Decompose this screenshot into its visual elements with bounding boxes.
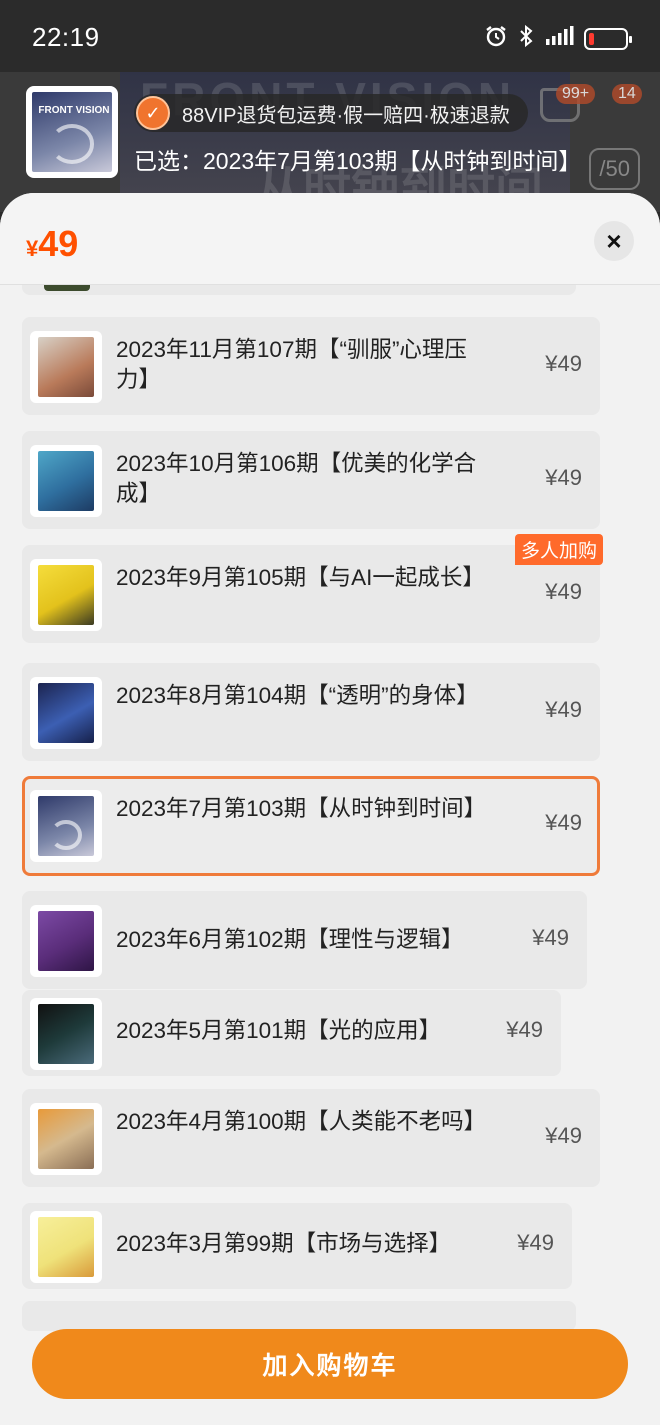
magazine-cover <box>38 1109 94 1169</box>
variant-price: ¥49 <box>545 697 582 722</box>
variant-name: 2023年7月第103期【从时钟到时间】 <box>116 796 487 821</box>
variant-thumbnail <box>30 445 102 517</box>
variant-price: ¥49 <box>506 1017 543 1042</box>
vip-service-text: 88VIP退货包运费·假一赔四·极速退款 <box>182 104 510 127</box>
variant-item[interactable]: 2023年8月第104期【“透明”的身体】 ¥49 <box>22 663 600 761</box>
magazine-cover: FRONT VISION <box>32 92 112 172</box>
magazine-cover <box>38 683 94 743</box>
cover-swirl <box>50 820 82 850</box>
variant-name: 2023年6月第102期【理性与逻辑】 <box>116 927 464 952</box>
magazine-cover <box>38 1004 94 1064</box>
list-item-partial[interactable] <box>22 1301 576 1331</box>
cover-logo: FRONT VISION <box>38 104 110 116</box>
battery-icon <box>584 27 632 50</box>
list-item-partial[interactable] <box>22 285 576 295</box>
notification-badge: 14 <box>612 84 642 104</box>
variant-thumbnail <box>30 905 102 977</box>
popular-tag: 多人加购 <box>514 534 603 565</box>
variant-thumbnail <box>30 790 102 862</box>
price-value: 49 <box>38 223 79 264</box>
variant-name: 2023年4月第100期【人类能不老吗】 <box>116 1109 487 1134</box>
variant-price: ¥49 <box>545 351 582 376</box>
close-icon: × <box>606 225 622 256</box>
variant-list[interactable]: 2023年11月第107期【“驯服”心理压力】 ¥49 2023年10月第106… <box>0 285 660 1415</box>
magazine-cover <box>38 1217 94 1277</box>
variant-name: 2023年3月第99期【市场与选择】 <box>116 1231 452 1256</box>
variant-thumbnail <box>30 559 102 631</box>
variant-thumbnail <box>30 677 102 749</box>
variant-thumbnail <box>30 1211 102 1283</box>
variant-price: ¥49 <box>532 925 569 950</box>
variant-name: 2023年8月第104期【“透明”的身体】 <box>116 683 479 708</box>
alarm-icon <box>484 24 508 53</box>
magazine-cover <box>38 911 94 971</box>
cover-swirl <box>49 124 95 164</box>
page-counter: /50 <box>589 148 640 190</box>
variant-price: ¥49 <box>545 465 582 490</box>
variant-item[interactable]: 2023年4月第100期【人类能不老吗】 ¥49 <box>22 1089 600 1187</box>
variant-price: ¥49 <box>545 1123 582 1148</box>
magazine-cover <box>38 796 94 856</box>
variant-price: ¥49 <box>545 579 582 604</box>
variant-item[interactable]: 2023年9月第105期【与AI一起成长】 ¥49 <box>22 545 600 643</box>
close-button[interactable]: × <box>594 221 634 261</box>
variant-item-selected[interactable]: 2023年7月第103期【从时钟到时间】 ¥49 <box>22 776 600 876</box>
variant-name: 2023年9月第105期【与AI一起成长】 <box>116 565 485 590</box>
variant-name: 2023年11月第107期【“驯服”心理压力】 <box>116 337 467 392</box>
status-time: 22:19 <box>32 22 100 52</box>
variant-thumbnail <box>30 1103 102 1175</box>
magazine-cover <box>38 337 94 397</box>
variant-name: 2023年5月第101期【光的应用】 <box>116 1018 442 1043</box>
magazine-cover <box>38 565 94 625</box>
variant-price: ¥49 <box>517 1230 554 1255</box>
variant-item[interactable]: 2023年11月第107期【“驯服”心理压力】 ¥49 <box>22 317 600 415</box>
sheet-header: ¥49 × <box>0 193 660 285</box>
bluetooth-icon <box>518 24 534 53</box>
variant-item[interactable]: 2023年3月第99期【市场与选择】 ¥49 <box>22 1203 572 1289</box>
status-bar: 22:19 <box>0 0 660 72</box>
shield-check-icon: ✓ <box>136 96 170 130</box>
magazine-cover <box>38 451 94 511</box>
selected-product-thumbnail[interactable]: FRONT VISION <box>26 86 118 178</box>
variant-item[interactable]: 2023年10月第106期【优美的化学合成】 ¥49 <box>22 431 600 529</box>
add-to-cart-button[interactable]: 加入购物车 <box>32 1329 628 1399</box>
variant-thumbnail <box>30 998 102 1070</box>
variant-price: ¥49 <box>545 810 582 835</box>
selected-variant-text: 已选：2023年7月第103期【从时钟到时间】 <box>134 148 582 174</box>
partial-thumbnail <box>44 285 90 291</box>
sheet-price: ¥49 <box>26 223 78 265</box>
status-icons <box>484 24 632 53</box>
variant-name: 2023年10月第106期【优美的化学合成】 <box>116 451 477 506</box>
variant-thumbnail <box>30 331 102 403</box>
variant-item[interactable]: 2023年5月第101期【光的应用】 ¥49 <box>22 990 561 1076</box>
variant-item[interactable]: 2023年6月第102期【理性与逻辑】 ¥49 <box>22 891 587 989</box>
vip-service-pill: ✓ 88VIP退货包运费·假一赔四·极速退款 <box>134 94 528 132</box>
cart-badge: 99+ <box>556 84 596 104</box>
price-currency: ¥ <box>26 236 39 261</box>
sku-selection-sheet: ¥49 × 2023年11月第107期【“驯服”心理压力】 ¥49 2023年1… <box>0 193 660 1425</box>
signal-icon <box>544 25 574 52</box>
